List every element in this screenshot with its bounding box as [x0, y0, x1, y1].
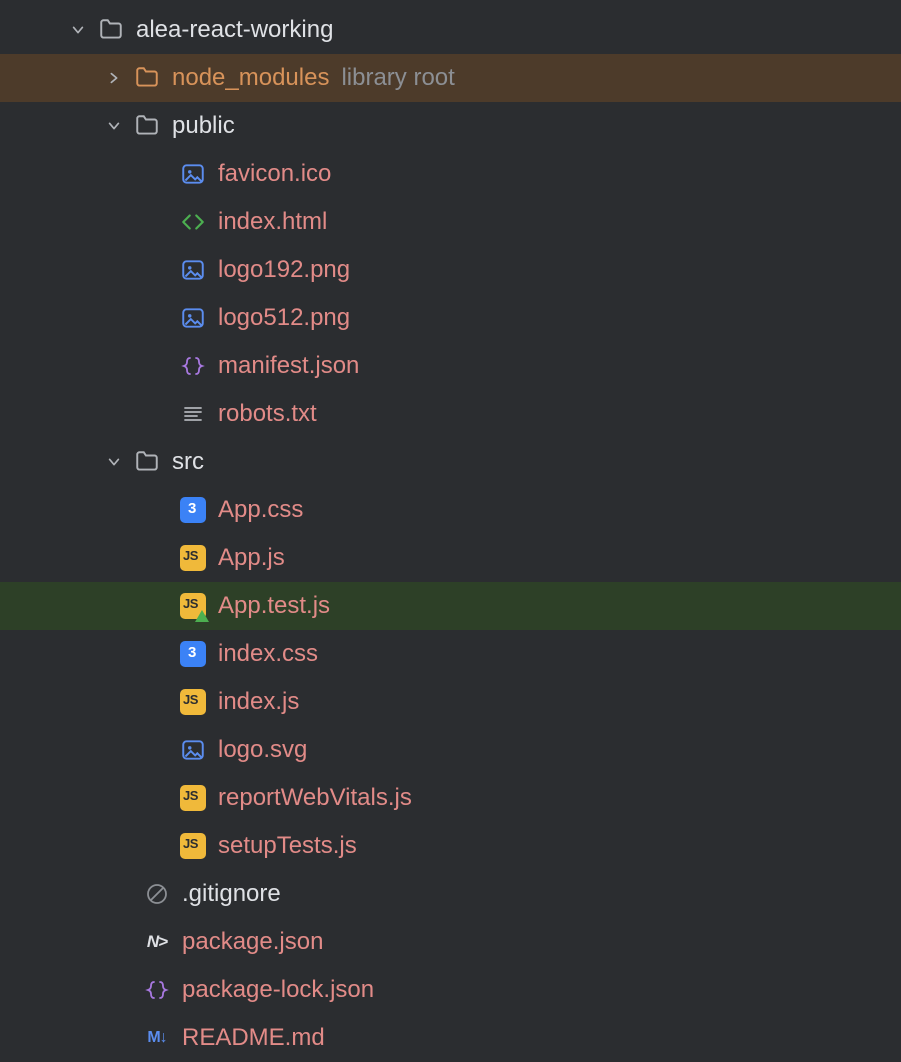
file-label: index.css: [218, 640, 318, 668]
file-label: manifest.json: [218, 352, 359, 380]
file-label: reportWebVitals.js: [218, 784, 412, 812]
tree-row-file[interactable]: index.html: [0, 198, 901, 246]
js-icon: [180, 833, 206, 859]
json-icon: [144, 977, 170, 1003]
library-root-suffix: library root: [341, 64, 454, 92]
file-label: App.test.js: [218, 592, 330, 620]
image-icon: [180, 161, 206, 187]
file-label: package.json: [182, 928, 323, 956]
tree-row-file[interactable]: App.css: [0, 486, 901, 534]
file-label: logo512.png: [218, 304, 350, 332]
file-label: logo192.png: [218, 256, 350, 284]
tree-row-file[interactable]: package-lock.json: [0, 966, 901, 1014]
file-label: favicon.ico: [218, 160, 331, 188]
js-test-icon: [180, 593, 206, 619]
html-icon: [180, 209, 206, 235]
tree-row-file[interactable]: manifest.json: [0, 342, 901, 390]
file-label: .gitignore: [182, 880, 281, 908]
image-icon: [180, 737, 206, 763]
folder-icon: [98, 17, 124, 43]
file-label: index.html: [218, 208, 327, 236]
gitignore-icon: [144, 881, 170, 907]
folder-label: public: [172, 112, 235, 140]
tree-row-file[interactable]: index.js: [0, 678, 901, 726]
file-label: package-lock.json: [182, 976, 374, 1004]
file-label: index.js: [218, 688, 299, 716]
tree-row-file[interactable]: reportWebVitals.js: [0, 774, 901, 822]
tree-row-file[interactable]: .gitignore: [0, 870, 901, 918]
tree-row-file[interactable]: index.css: [0, 630, 901, 678]
project-tree: alea-react-working node_modules library …: [0, 0, 901, 1062]
tree-row-file[interactable]: favicon.ico: [0, 150, 901, 198]
tree-row-file[interactable]: setupTests.js: [0, 822, 901, 870]
tree-row-file[interactable]: App.js: [0, 534, 901, 582]
folder-icon: [134, 113, 160, 139]
file-label: setupTests.js: [218, 832, 357, 860]
tree-row-node-modules[interactable]: node_modules library root: [0, 54, 901, 102]
file-label: App.js: [218, 544, 285, 572]
markdown-icon: M↓: [144, 1025, 170, 1051]
folder-icon: [134, 65, 160, 91]
folder-label: alea-react-working: [136, 16, 333, 44]
file-label: README.md: [182, 1024, 325, 1052]
folder-icon: [134, 449, 160, 475]
file-label: App.css: [218, 496, 303, 524]
tree-row-file-selected[interactable]: App.test.js: [0, 582, 901, 630]
tree-row-file[interactable]: logo512.png: [0, 294, 901, 342]
chevron-down-icon[interactable]: [104, 452, 124, 472]
text-icon: [180, 401, 206, 427]
tree-row-file[interactable]: M↓ README.md: [0, 1014, 901, 1062]
tree-row-file[interactable]: logo.svg: [0, 726, 901, 774]
js-icon: [180, 545, 206, 571]
tree-row-public[interactable]: public: [0, 102, 901, 150]
folder-label: node_modules: [172, 64, 329, 92]
npm-icon: N>: [144, 929, 170, 955]
folder-label: src: [172, 448, 204, 476]
chevron-right-icon[interactable]: [104, 68, 124, 88]
tree-row-file[interactable]: robots.txt: [0, 390, 901, 438]
image-icon: [180, 305, 206, 331]
chevron-down-icon[interactable]: [104, 116, 124, 136]
css-icon: [180, 641, 206, 667]
js-icon: [180, 689, 206, 715]
js-icon: [180, 785, 206, 811]
json-icon: [180, 353, 206, 379]
file-label: logo.svg: [218, 736, 307, 764]
file-label: robots.txt: [218, 400, 317, 428]
tree-row-src[interactable]: src: [0, 438, 901, 486]
tree-row-root[interactable]: alea-react-working: [0, 6, 901, 54]
tree-row-file[interactable]: logo192.png: [0, 246, 901, 294]
image-icon: [180, 257, 206, 283]
chevron-down-icon[interactable]: [68, 20, 88, 40]
css-icon: [180, 497, 206, 523]
tree-row-file[interactable]: N> package.json: [0, 918, 901, 966]
